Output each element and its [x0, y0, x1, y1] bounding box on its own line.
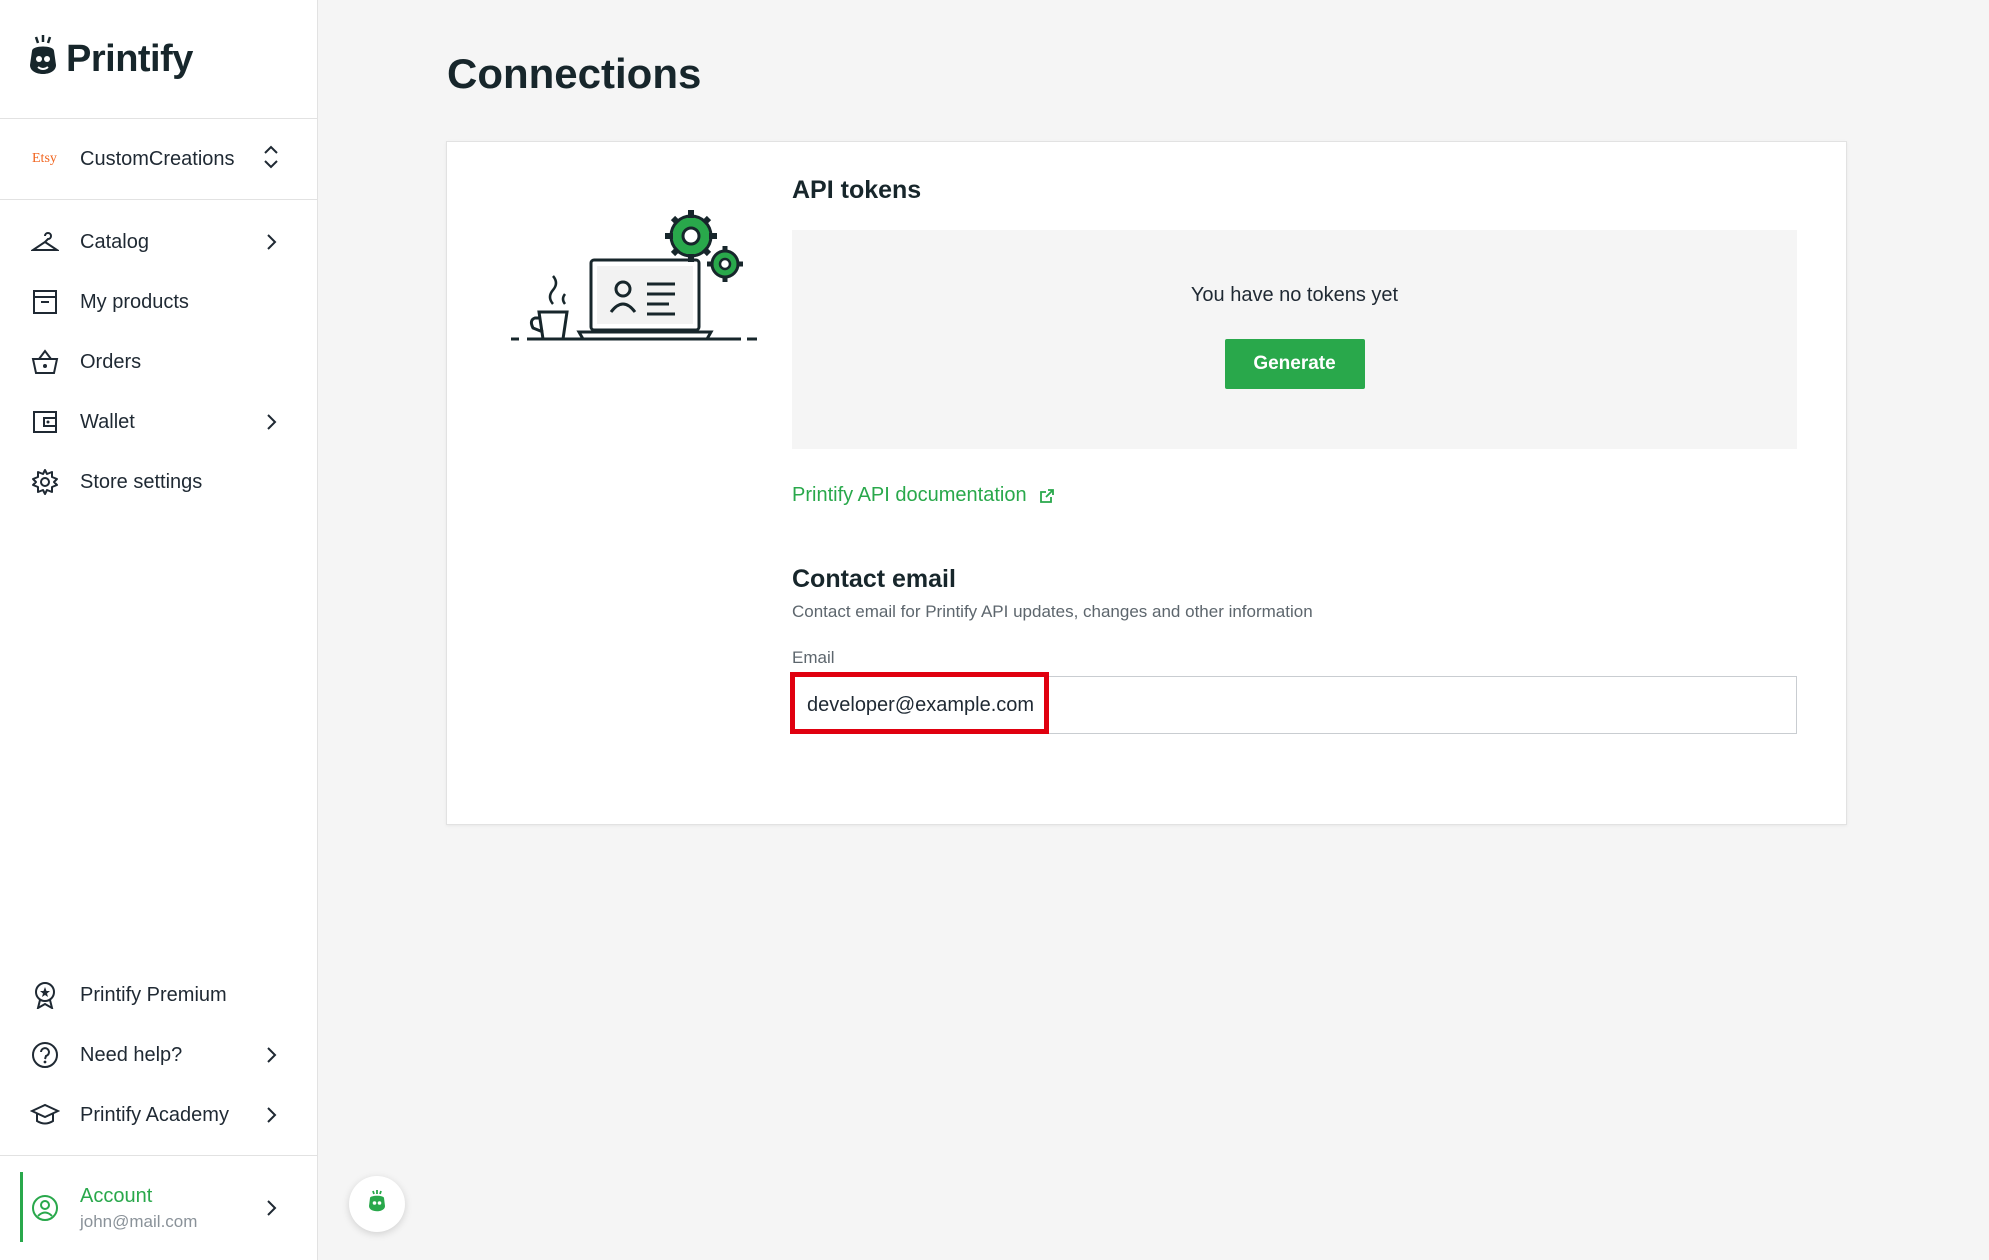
printify-logo-icon [368, 1189, 386, 1219]
account-menu[interactable]: Account john@mail.com [0, 1155, 317, 1260]
sidebar-item-catalog[interactable]: Catalog [0, 212, 317, 272]
logo[interactable]: Printify [0, 0, 317, 119]
external-link-icon [1039, 488, 1055, 504]
laptop-gears-illustration [511, 202, 757, 352]
chevron-right-icon [261, 412, 281, 432]
sidebar-item-label: Printify Academy [80, 1103, 229, 1126]
archive-box-icon [30, 287, 60, 317]
page-title: Connections [447, 50, 702, 97]
help-circle-icon [30, 1040, 60, 1070]
active-indicator [20, 1172, 23, 1242]
sidebar-item-orders[interactable]: Orders [0, 332, 317, 392]
contact-email-description: Contact email for Printify API updates, … [792, 602, 1313, 621]
sidebar-item-label: My products [80, 290, 189, 313]
sidebar: Printify Etsy CustomCreations Catalog My… [0, 0, 318, 1260]
no-tokens-message: You have no tokens yet [1190, 284, 1399, 306]
email-field-label: Email [792, 648, 835, 667]
gear-icon [30, 467, 60, 497]
printify-logo-icon [28, 34, 58, 84]
api-tokens-title: API tokens [792, 176, 922, 204]
hanger-icon [30, 227, 60, 257]
brand-name: Printify [66, 37, 193, 80]
sidebar-item-store-settings[interactable]: Store settings [0, 452, 317, 512]
store-switcher[interactable]: Etsy CustomCreations [0, 119, 317, 200]
account-email: john@mail.com [80, 1211, 198, 1231]
email-field[interactable] [792, 676, 1797, 734]
chevron-right-icon [261, 1045, 281, 1065]
etsy-badge: Etsy [32, 151, 57, 166]
account-label: Account [80, 1184, 153, 1207]
sidebar-item-printify-premium[interactable]: Printify Premium [0, 965, 317, 1025]
chat-launcher-button[interactable] [349, 1176, 405, 1232]
graduation-cap-icon [30, 1100, 60, 1130]
contact-email-title: Contact email [792, 565, 956, 593]
wallet-icon [30, 407, 60, 437]
sidebar-item-label: Wallet [80, 410, 135, 433]
main-nav: Catalog My products Orders Wallet Store … [0, 200, 317, 512]
sidebar-item-printify-academy[interactable]: Printify Academy [0, 1085, 317, 1145]
basket-icon [30, 347, 60, 377]
sidebar-item-label: Catalog [80, 230, 149, 253]
sidebar-item-label: Orders [80, 350, 142, 373]
premium-badge-icon [30, 980, 60, 1010]
store-name: CustomCreations [80, 147, 235, 170]
chevron-right-icon [261, 232, 281, 252]
secondary-nav: Printify Premium Need help? Printify Aca… [0, 965, 317, 1145]
sidebar-item-wallet[interactable]: Wallet [0, 392, 317, 452]
sidebar-item-label: Store settings [80, 470, 203, 493]
user-circle-icon [30, 1193, 60, 1223]
api-documentation-link[interactable]: Printify API documentation [792, 484, 1055, 507]
generate-token-button[interactable]: Generate [1224, 339, 1365, 389]
sidebar-item-need-help[interactable]: Need help? [0, 1025, 317, 1085]
tokens-empty-state: You have no tokens yet Generate [792, 230, 1797, 449]
chevron-right-icon [261, 1105, 281, 1125]
sidebar-item-my-products[interactable]: My products [0, 272, 317, 332]
chevron-right-icon [261, 1198, 281, 1218]
chevron-up-down-icon [263, 144, 279, 175]
api-documentation-link-label: Printify API documentation [792, 484, 1027, 506]
sidebar-item-label: Printify Premium [80, 983, 227, 1006]
sidebar-item-label: Need help? [80, 1043, 183, 1066]
connections-card: API tokens You have no tokens yet Genera… [446, 141, 1847, 825]
